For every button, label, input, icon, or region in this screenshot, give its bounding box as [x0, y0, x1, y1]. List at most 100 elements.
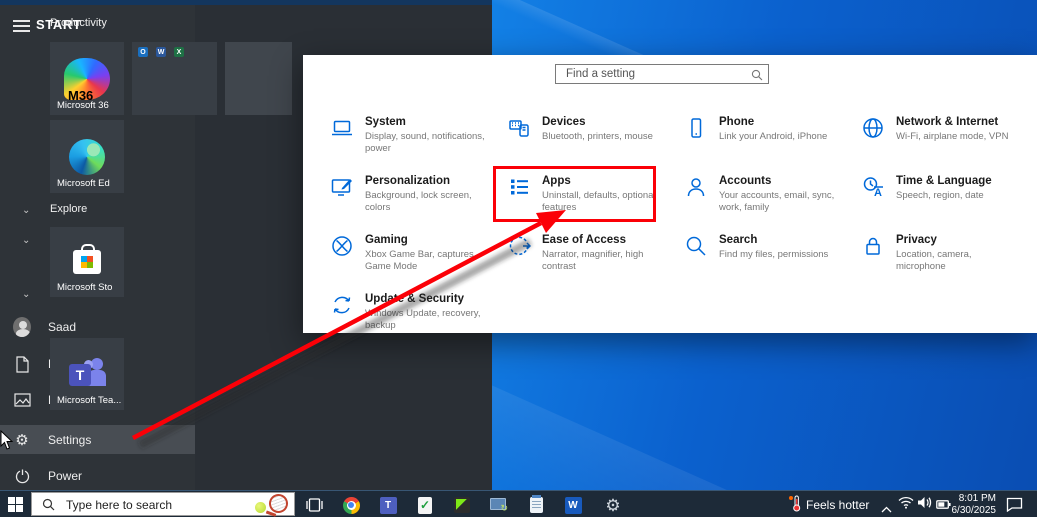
- category-title: Gaming: [365, 234, 408, 246]
- update-icon: [330, 293, 354, 317]
- category-description: Narrator, magnifier, high contrast: [542, 249, 644, 273]
- tile-office-apps[interactable]: O W X: [132, 42, 217, 115]
- laptop-icon: [330, 116, 354, 140]
- settings-category-ease-of-access[interactable]: Ease of Access Narrator, magnifier, high…: [492, 230, 669, 289]
- xbox-icon: [330, 234, 354, 258]
- category-description: Location, camera, microphone: [896, 249, 972, 273]
- pictures-icon: [13, 391, 31, 409]
- accounts-icon: [684, 175, 708, 199]
- weather-status-label[interactable]: Feels hotter: [806, 498, 869, 512]
- tile-microsoft-teams[interactable]: T Microsoft Tea...: [50, 338, 124, 410]
- word-icon[interactable]: W: [562, 494, 584, 516]
- ease-of-access-icon: [507, 234, 532, 258]
- category-title: Accounts: [719, 175, 772, 187]
- tile-microsoft-edge[interactable]: Microsoft Ed: [50, 120, 124, 193]
- settings-category-phone[interactable]: Phone Link your Android, iPhone: [669, 112, 846, 171]
- tile-partial[interactable]: [225, 42, 292, 115]
- taskbar-search-box[interactable]: [31, 491, 295, 516]
- power-icon: [13, 467, 31, 485]
- taskbar-clock[interactable]: 8:01 PM 6/30/2025: [946, 493, 997, 516]
- hamburger-menu-icon[interactable]: [13, 20, 30, 33]
- action-center-icon[interactable]: [1006, 497, 1023, 517]
- user-name-label: Saad: [48, 320, 77, 334]
- category-title: Devices: [542, 116, 586, 128]
- globe-icon: [861, 116, 885, 140]
- clock-date: 6/30/2025: [951, 504, 997, 516]
- category-title: Ease of Access: [542, 234, 626, 246]
- teams-logo: T: [67, 356, 107, 392]
- time-language-icon: A: [861, 175, 885, 199]
- excel-icon: X: [174, 47, 184, 57]
- settings-category-gaming[interactable]: Gaming Xbox Game Bar, captures, Game Mod…: [315, 230, 492, 289]
- document-icon: [13, 355, 31, 373]
- remote-desktop-icon[interactable]: ↻: [488, 494, 510, 516]
- greenshot-icon[interactable]: [451, 494, 473, 516]
- settings-category-system[interactable]: System Display, sound, notifications, po…: [315, 112, 492, 171]
- wifi-icon[interactable]: [898, 496, 914, 514]
- clock-time: 8:01 PM: [958, 493, 996, 504]
- settings-category-search[interactable]: Search Find my files, permissions: [669, 230, 846, 289]
- tile-label: Microsoft Ed: [57, 178, 110, 189]
- category-title: Time & Language: [896, 175, 992, 187]
- settings-gear-icon[interactable]: ⚙: [602, 494, 624, 516]
- annotation-highlight-box: [493, 166, 656, 222]
- category-description: Xbox Game Bar, captures, Game Mode: [365, 249, 477, 273]
- desktop-screen: START Saad Documents Pictures ⚙ Settings: [0, 0, 1037, 517]
- taskbar: T ✓ ↻ W ⚙ Feels hotter 8:01 PM 6/30/2025: [0, 490, 1037, 517]
- start-button[interactable]: [8, 497, 24, 512]
- tile-label: Microsoft Tea...: [57, 395, 122, 406]
- sidebar-item-power[interactable]: Power: [0, 462, 195, 490]
- settings-category-accounts[interactable]: Accounts Your accounts, email, sync, wor…: [669, 171, 846, 230]
- store-logo: [73, 244, 101, 274]
- category-description: Windows Update, recovery, backup: [365, 308, 481, 332]
- search-icon: [751, 68, 763, 86]
- category-title: Phone: [719, 116, 755, 128]
- category-description: Display, sound, notifications, power: [365, 131, 485, 155]
- settings-category-time-language[interactable]: A Time & Language Speech, region, date: [846, 171, 1023, 230]
- snip-check-icon[interactable]: ✓: [414, 494, 436, 516]
- settings-category-grid: System Display, sound, notifications, po…: [315, 112, 1027, 348]
- category-description: Wi-Fi, airplane mode, VPN: [896, 131, 1009, 142]
- category-description: Bluetooth, printers, mouse: [542, 131, 653, 142]
- settings-category-network[interactable]: Network & Internet Wi-Fi, airplane mode,…: [846, 112, 1023, 171]
- sidebar-item-label: Power: [48, 469, 83, 483]
- personalization-icon: [330, 175, 354, 199]
- category-description: Link your Android, iPhone: [719, 131, 828, 142]
- sidebar-item-settings[interactable]: ⚙ Settings: [0, 425, 195, 454]
- gear-icon: ⚙: [15, 431, 29, 449]
- outlook-icon: O: [138, 47, 148, 57]
- search-icon: [42, 498, 55, 516]
- sidebar-item-user[interactable]: Saad: [0, 313, 195, 341]
- chevron-down-icon[interactable]: ⌄: [22, 205, 30, 216]
- chrome-icon[interactable]: [340, 494, 362, 516]
- phone-icon: [684, 116, 708, 140]
- thermometer-icon[interactable]: [788, 495, 802, 517]
- word-icon: W: [156, 47, 166, 57]
- tile-microsoft-store[interactable]: Microsoft Sto: [50, 227, 124, 297]
- devices-icon: [507, 116, 531, 140]
- chevron-down-icon[interactable]: ⌄: [22, 289, 30, 300]
- taskbar-search-input[interactable]: [64, 495, 248, 515]
- category-title: Update & Security: [365, 293, 465, 305]
- category-title: System: [365, 116, 406, 128]
- lock-icon: [861, 234, 885, 258]
- task-view-icon[interactable]: [303, 494, 325, 516]
- settings-category-personalization[interactable]: Personalization Background, lock screen,…: [315, 171, 492, 230]
- tile-label: Microsoft 36: [57, 100, 109, 111]
- chevron-down-icon[interactable]: ⌄: [22, 235, 30, 246]
- category-description: Find my files, permissions: [719, 249, 829, 260]
- notepad-icon[interactable]: [525, 494, 547, 516]
- settings-window: System Display, sound, notifications, po…: [303, 55, 1037, 333]
- chevron-up-icon[interactable]: [881, 500, 892, 517]
- speaker-icon[interactable]: [917, 496, 932, 514]
- settings-category-privacy[interactable]: Privacy Location, camera, microphone: [846, 230, 1023, 289]
- tile-microsoft-365[interactable]: M36 Microsoft 36: [50, 42, 124, 115]
- teams-icon[interactable]: T: [377, 494, 399, 516]
- user-avatar-icon: [13, 317, 31, 337]
- tennis-doodle-icon: [253, 491, 291, 516]
- find-a-setting-box[interactable]: [555, 64, 769, 84]
- settings-category-update-security[interactable]: Update & Security Windows Update, recove…: [315, 289, 492, 348]
- settings-category-devices[interactable]: Devices Bluetooth, printers, mouse: [492, 112, 669, 171]
- find-a-setting-input[interactable]: [564, 65, 746, 83]
- edge-logo: [69, 138, 105, 175]
